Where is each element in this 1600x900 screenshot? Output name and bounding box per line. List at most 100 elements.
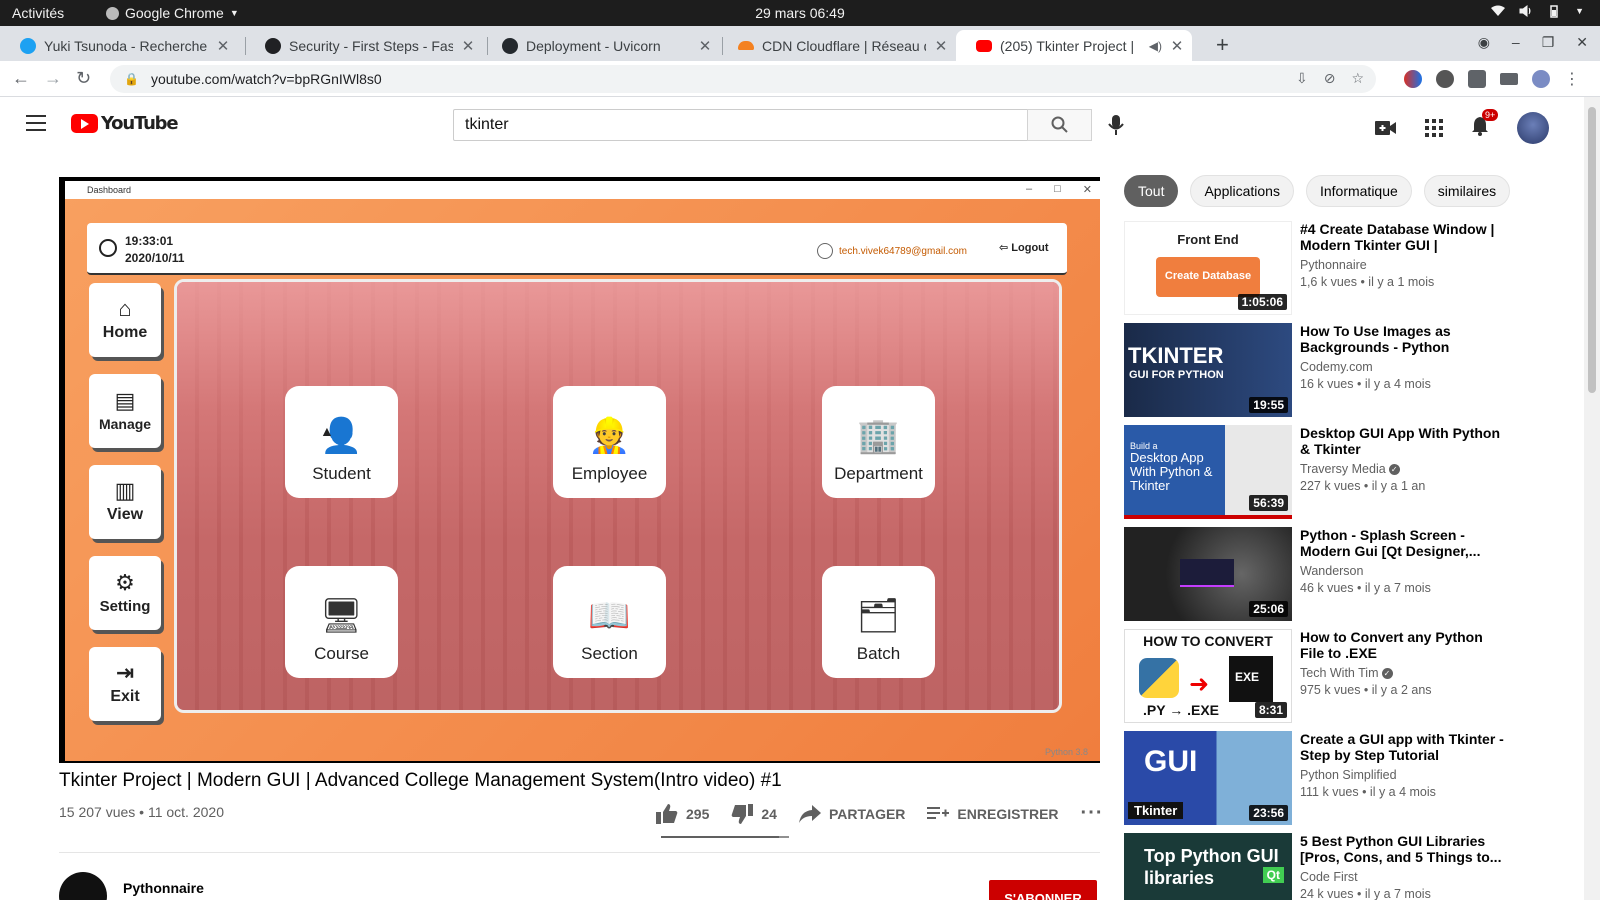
- splash-preview: [1180, 559, 1234, 587]
- recommendation-stats: 16 k vues • il y a 4 mois: [1300, 377, 1431, 391]
- video-thumbnail[interactable]: Front End Create Database 1:05:06: [1124, 221, 1292, 315]
- new-tab-button[interactable]: +: [1216, 32, 1229, 58]
- more-actions-icon[interactable]: ···: [1081, 802, 1104, 825]
- tab-search-icon[interactable]: ◉: [1478, 34, 1490, 51]
- tab-youtube-active[interactable]: (205) Tkinter Project | ◀) ✕: [956, 30, 1192, 61]
- video-thumbnail[interactable]: TKINTER GUI FOR PYTHON 19:55: [1124, 323, 1292, 417]
- address-bar[interactable]: 🔒 youtube.com/watch?v=bpRGnIWl8s0 ⇩ ⊘ ☆: [110, 65, 1376, 93]
- dislike-button[interactable]: 24: [731, 803, 777, 824]
- video-thumbnail[interactable]: 25:06: [1124, 527, 1292, 621]
- tab-twitter[interactable]: Yuki Tsunoda - Recherche ✕: [0, 30, 238, 61]
- user-avatar[interactable]: [1517, 112, 1549, 144]
- fastapi-icon: [265, 37, 281, 54]
- close-window-icon[interactable]: ✕: [1576, 34, 1588, 51]
- thumbnail-subtext: Tkinter: [1128, 802, 1184, 819]
- install-app-icon[interactable]: ⇩: [1296, 70, 1308, 87]
- recommendation-title[interactable]: Create a GUI app with Tkinter - Step by …: [1300, 731, 1504, 763]
- voice-search-icon[interactable]: [1108, 114, 1124, 141]
- tab-cloudflare[interactable]: CDN Cloudflare | Réseau d ✕: [718, 30, 956, 61]
- maximize-icon[interactable]: ❐: [1542, 34, 1555, 51]
- like-button[interactable]: 295: [656, 803, 709, 824]
- profile-avatar-icon[interactable]: [1532, 70, 1550, 88]
- like-dislike-ratio-bar: [661, 836, 789, 838]
- tab-uvicorn[interactable]: Deployment - Uvicorn ✕: [482, 30, 720, 61]
- video-python-version: Python 3.8: [1044, 747, 1088, 757]
- close-tab-icon[interactable]: ✕: [461, 37, 475, 55]
- menu-icon[interactable]: [26, 115, 46, 136]
- forward-arrow-icon[interactable]: →: [44, 68, 62, 89]
- exe-file-icon: EXE: [1229, 656, 1273, 702]
- recommendation-item[interactable]: GUI Tkinter 23:56 Create a GUI app with …: [1124, 731, 1504, 833]
- youtube-logo[interactable]: YouTube: [71, 113, 179, 134]
- video-title: Tkinter Project | Modern GUI | Advanced …: [59, 770, 782, 791]
- video-player[interactable]: Dashboard – □ ✕ 19:33:01 2020/10/11 tech.v…: [59, 177, 1100, 763]
- recommendation-title[interactable]: How To Use Images as Backgrounds - Pytho…: [1300, 323, 1504, 355]
- notifications-button[interactable]: 9+: [1471, 108, 1499, 141]
- recommendation-title[interactable]: Python - Splash Screen - Modern Gui [Qt …: [1300, 527, 1504, 559]
- save-button[interactable]: ENREGISTRER: [927, 806, 1059, 822]
- create-video-icon[interactable]: [1375, 120, 1397, 136]
- puzzle-icon[interactable]: [1468, 70, 1486, 88]
- video-sidebar-setting: ⚙ Setting: [89, 556, 161, 630]
- extensions-area: ⋮: [1404, 69, 1580, 89]
- chrome-menu-icon[interactable]: ⋮: [1564, 69, 1580, 89]
- close-tab-icon[interactable]: ✕: [698, 37, 712, 55]
- share-button[interactable]: PARTAGER: [798, 804, 905, 823]
- minimize-icon[interactable]: –: [1512, 34, 1520, 51]
- reload-icon[interactable]: ↻: [76, 68, 91, 89]
- recommendation-item[interactable]: Top Python GUI libraries Qt 5 Best Pytho…: [1124, 833, 1502, 900]
- apps-grid-icon[interactable]: [1425, 119, 1443, 137]
- search-input[interactable]: tkinter: [453, 109, 1028, 141]
- chip-all[interactable]: Tout: [1124, 175, 1179, 207]
- recommendation-channel[interactable]: Codemy.com: [1300, 360, 1504, 374]
- chip-informatique[interactable]: Informatique: [1305, 175, 1412, 207]
- recommendation-channel[interactable]: Wanderson: [1300, 564, 1504, 578]
- video-datetime: 19:33:01 2020/10/11: [125, 233, 184, 267]
- chip-applications[interactable]: Applications: [1190, 175, 1294, 207]
- video-thumbnail[interactable]: Top Python GUI libraries Qt: [1124, 833, 1292, 900]
- recommendation-title[interactable]: Desktop GUI App With Python & Tkinter: [1300, 425, 1504, 457]
- bookmark-star-icon[interactable]: ☆: [1351, 70, 1364, 87]
- speaker-icon[interactable]: ◀): [1149, 39, 1162, 53]
- recommendation-item[interactable]: Front End Create Database 1:05:06 #4 Cre…: [1124, 221, 1502, 323]
- search-icon: [1051, 116, 1068, 133]
- recommendation-channel[interactable]: Python Simplified: [1300, 768, 1504, 782]
- channel-name[interactable]: Pythonnaire: [123, 880, 204, 896]
- extension-icon[interactable]: [1404, 70, 1422, 88]
- close-tab-icon[interactable]: ✕: [216, 37, 230, 55]
- extension-icon[interactable]: [1436, 70, 1454, 88]
- recommendation-channel[interactable]: Traversy Media ✓: [1300, 462, 1504, 476]
- close-tab-icon[interactable]: ✕: [1170, 37, 1184, 55]
- sidebar-label: Manage: [98, 416, 152, 432]
- recommendation-channel[interactable]: Pythonnaire: [1300, 258, 1504, 272]
- back-arrow-icon[interactable]: ←: [12, 68, 30, 89]
- recommendation-title[interactable]: #4 Create Database Window | Modern Tkint…: [1300, 221, 1504, 253]
- chip-similar[interactable]: similaires: [1423, 175, 1511, 207]
- video-thumbnail[interactable]: Build a Desktop App With Python & Tkinte…: [1124, 425, 1292, 519]
- page-scrollbar[interactable]: [1584, 97, 1600, 900]
- recommendation-item[interactable]: 25:06 Python - Splash Screen - Modern Gu…: [1124, 527, 1502, 629]
- video-tile-department: 🏢 Department: [822, 386, 935, 498]
- recommendation-channel[interactable]: Code First: [1300, 870, 1504, 884]
- channel-avatar[interactable]: [59, 872, 107, 900]
- close-tab-icon[interactable]: ✕: [934, 37, 948, 55]
- recommendation-title[interactable]: How to Convert any Python File to .EXE: [1300, 629, 1504, 661]
- scrollbar-thumb[interactable]: [1588, 107, 1596, 393]
- recommendation-item[interactable]: Build a Desktop App With Python & Tkinte…: [1124, 425, 1502, 527]
- system-clock[interactable]: 29 mars 06:49: [0, 5, 1600, 21]
- tracking-blocked-icon[interactable]: ⊘: [1324, 70, 1336, 87]
- subscribe-button[interactable]: S'ABONNER: [989, 880, 1097, 900]
- video-duration: 8:31: [1254, 702, 1287, 718]
- search-button[interactable]: [1027, 109, 1092, 141]
- recommendation-item[interactable]: TKINTER GUI FOR PYTHON 19:55 How To Use …: [1124, 323, 1502, 425]
- recommendation-title[interactable]: 5 Best Python GUI Libraries [Pros, Cons,…: [1300, 833, 1504, 865]
- recommendation-item[interactable]: HOW TO CONVERT ➜ EXE .PY → .EXE 8:31 How…: [1124, 629, 1502, 731]
- video-thumbnail[interactable]: HOW TO CONVERT ➜ EXE .PY → .EXE 8:31: [1124, 629, 1292, 723]
- system-tray[interactable]: ▼: [1491, 4, 1584, 18]
- lock-icon[interactable]: 🔒: [124, 72, 139, 86]
- tab-title: Deployment - Uvicorn: [526, 37, 661, 54]
- recommendation-channel[interactable]: Tech With Tim ✓: [1300, 666, 1504, 680]
- video-thumbnail[interactable]: GUI Tkinter 23:56: [1124, 731, 1292, 825]
- media-queue-icon[interactable]: [1500, 73, 1518, 85]
- tab-fastapi-security[interactable]: Security - First Steps - Fast ✕: [245, 30, 483, 61]
